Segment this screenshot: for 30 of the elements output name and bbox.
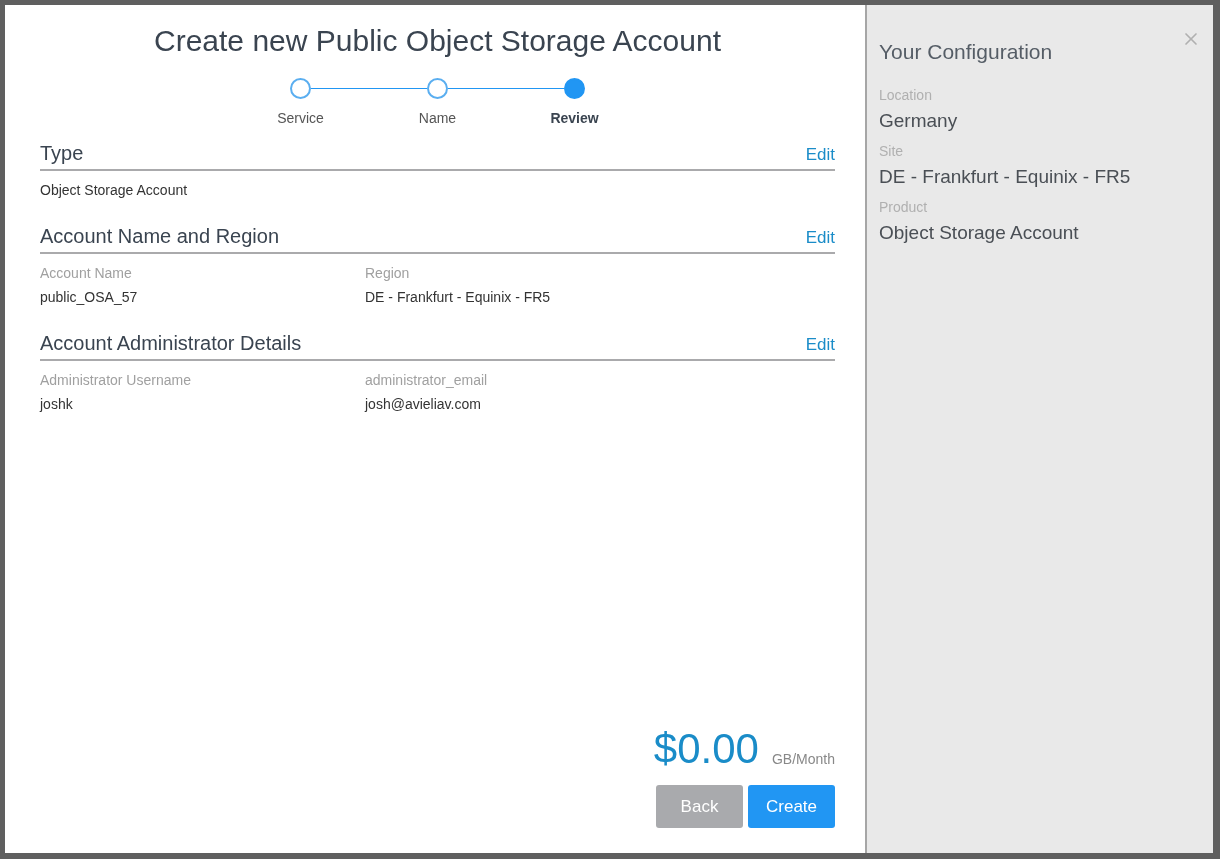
edit-link[interactable]: Edit bbox=[805, 334, 835, 356]
step-label[interactable]: Name bbox=[418, 108, 457, 129]
price-amount: $0.00 bbox=[653, 726, 759, 772]
create-button[interactable]: Create bbox=[748, 785, 835, 828]
field-label: Region bbox=[365, 264, 411, 282]
back-button[interactable]: Back bbox=[656, 785, 743, 828]
config-value: Object Storage Account bbox=[879, 221, 1080, 245]
step-label[interactable]: Service bbox=[277, 108, 324, 129]
field-value: joshk bbox=[40, 395, 74, 413]
config-value: Germany bbox=[879, 109, 959, 133]
field-label: administrator_email bbox=[365, 371, 489, 389]
sidebar-title: Your Configuration bbox=[879, 39, 1053, 65]
config-label: Site bbox=[879, 142, 905, 160]
section-title: Account Administrator Details bbox=[40, 331, 302, 356]
edit-link[interactable]: Edit bbox=[805, 144, 835, 166]
section-title: Account Name and Region bbox=[40, 224, 280, 249]
field-value: josh@avieliav.com bbox=[365, 395, 482, 413]
config-label: Product bbox=[879, 198, 929, 216]
config-value: DE - Frankfurt - Equinix - FR5 bbox=[879, 165, 1132, 189]
field-label: Administrator Username bbox=[40, 371, 192, 389]
edit-link[interactable]: Edit bbox=[805, 227, 835, 249]
section-title: Type bbox=[40, 141, 84, 166]
field-value: Object Storage Account bbox=[40, 181, 189, 199]
field-label: Account Name bbox=[40, 264, 133, 282]
dialog-title: Create new Public Object Storage Account bbox=[153, 23, 722, 59]
step-label[interactable]: Review bbox=[550, 108, 599, 129]
price-unit: GB/Month bbox=[771, 750, 835, 769]
field-value: DE - Frankfurt - Equinix - FR5 bbox=[365, 288, 552, 306]
field-value: public_OSA_57 bbox=[40, 288, 139, 306]
config-label: Location bbox=[879, 86, 933, 104]
